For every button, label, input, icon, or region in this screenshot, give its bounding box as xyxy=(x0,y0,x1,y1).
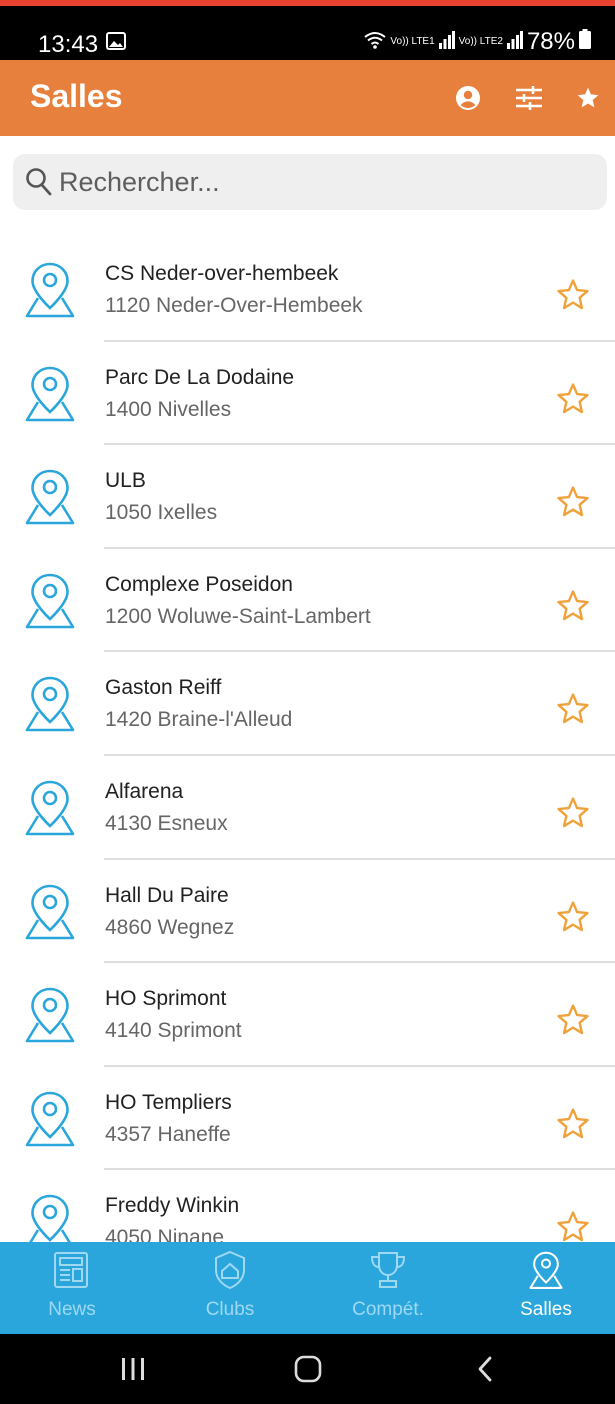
network-1-label: Vo)) LTE1 xyxy=(390,36,435,47)
nav-tab-label: Clubs xyxy=(205,1299,255,1320)
venue-list-item[interactable]: Complexe Poseidon 1200 Woluwe-Saint-Lambe… xyxy=(0,549,615,653)
map-pin-icon xyxy=(23,778,77,845)
network-2-label: Vo)) LTE2 xyxy=(458,36,503,47)
map-pin-icon xyxy=(23,260,77,327)
map-pin-icon xyxy=(23,985,77,1052)
favorite-star-icon[interactable] xyxy=(556,589,590,623)
favorite-star-icon[interactable] xyxy=(556,796,590,830)
venue-list-item[interactable]: Hall Du Paire 4860 Wegnez xyxy=(0,860,615,964)
venue-address: 1420 Braine-l'Alleud xyxy=(105,708,293,732)
venue-address: 4357 Haneffe xyxy=(105,1122,231,1146)
venue-list-item[interactable]: CS Neder-over-hembeek 1120 Neder-Over-Hem… xyxy=(0,238,615,342)
map-pin-icon xyxy=(23,467,77,534)
star-filled-icon[interactable] xyxy=(570,80,606,116)
status-accent-strip xyxy=(0,0,615,6)
venue-address: 1200 Woluwe-Saint-Lambert xyxy=(105,604,371,628)
system-navigation-bar xyxy=(0,1334,615,1404)
venue-list-item[interactable]: Alfarena 4130 Esneux xyxy=(0,756,615,860)
favorite-star-icon[interactable] xyxy=(556,382,590,416)
favorite-star-icon[interactable] xyxy=(556,485,590,519)
favorite-star-icon[interactable] xyxy=(556,900,590,934)
nav-tab-label: Salles xyxy=(520,1299,572,1320)
battery-icon xyxy=(579,28,591,56)
venue-list-item[interactable]: ULB 1050 Ixelles xyxy=(0,445,615,549)
venue-name: HO Templiers xyxy=(105,1090,232,1114)
search-icon xyxy=(25,167,53,202)
nav-tab-compt[interactable]: Compét. xyxy=(318,1242,458,1334)
search-bar[interactable] xyxy=(13,154,607,210)
nav-tab-salles[interactable]: Salles xyxy=(476,1242,615,1334)
map-pin-icon xyxy=(23,674,77,741)
signal-1-icon xyxy=(438,28,455,56)
favorite-star-icon[interactable] xyxy=(556,1003,590,1037)
app-bar: Salles xyxy=(0,60,615,136)
venue-list-item[interactable]: HO Templiers 4357 Haneffe xyxy=(0,1067,615,1171)
venue-name: Complexe Poseidon xyxy=(105,572,293,596)
venue-address: 4050 Ninane xyxy=(105,1226,225,1242)
venue-name: Hall Du Paire xyxy=(105,883,229,907)
venue-name: CS Neder-over-hembeek xyxy=(105,262,339,285)
trophy-icon xyxy=(369,1250,407,1295)
map-pin-icon xyxy=(526,1250,566,1297)
map-pin-icon xyxy=(23,882,77,949)
venue-address: 1400 Nivelles xyxy=(105,397,232,421)
venue-address: 1120 Neder-Over-Hembeek xyxy=(105,294,363,317)
venue-address: 4140 Sprimont xyxy=(105,1019,242,1043)
venue-list-item[interactable]: Parc De La Dodaine 1400 Nivelles xyxy=(0,342,615,446)
venue-list-item[interactable]: Gaston Reiff 1420 Braine-l'Alleud xyxy=(0,652,615,756)
nav-tab-label: News xyxy=(48,1299,96,1320)
venue-name: ULB xyxy=(105,469,146,493)
wifi-icon xyxy=(364,28,387,56)
venue-name: Parc De La Dodaine xyxy=(105,365,295,389)
recent-apps-icon[interactable] xyxy=(120,1354,146,1389)
venue-address: 4860 Wegnez xyxy=(105,915,235,939)
status-time: 13:43 xyxy=(38,31,99,58)
status-indicators: Vo)) LTE1 Vo)) LTE2 78% xyxy=(364,28,591,56)
venue-list-item[interactable]: Freddy Winkin 4050 Ninane xyxy=(0,1170,615,1242)
map-pin-icon xyxy=(23,364,77,431)
map-pin-icon xyxy=(23,1089,77,1156)
venue-name: Freddy Winkin xyxy=(105,1194,240,1218)
image-notification-icon xyxy=(106,32,126,55)
venue-name: Alfarena xyxy=(105,779,184,803)
signal-2-icon xyxy=(506,28,523,56)
shield-home-icon xyxy=(213,1250,247,1295)
tune-icon[interactable] xyxy=(511,80,547,116)
venue-list-screen: CS Neder-over-hembeek 1120 Neder-Over-Hem… xyxy=(0,136,615,1242)
status-bar: 13:43 Vo)) LTE1 Vo)) LTE2 78% xyxy=(0,0,615,60)
home-icon[interactable] xyxy=(293,1354,323,1389)
back-icon[interactable] xyxy=(474,1354,496,1389)
favorite-star-icon[interactable] xyxy=(556,692,590,726)
venue-address: 4130 Esneux xyxy=(105,811,228,835)
venue-name: HO Sprimont xyxy=(105,987,227,1011)
bottom-navigation: News Clubs Compét. Salles xyxy=(0,1242,615,1334)
search-input[interactable] xyxy=(59,162,589,202)
map-pin-icon xyxy=(23,1192,77,1242)
account-circle-icon[interactable] xyxy=(450,80,486,116)
favorite-star-icon[interactable] xyxy=(556,1210,590,1242)
newspaper-icon xyxy=(52,1250,92,1295)
nav-tab-label: Compét. xyxy=(352,1299,424,1320)
page-title: Salles xyxy=(30,78,123,114)
venue-list: CS Neder-over-hembeek 1120 Neder-Over-Hem… xyxy=(0,238,615,1242)
venue-address: 1050 Ixelles xyxy=(105,501,218,525)
favorite-star-icon[interactable] xyxy=(556,1107,590,1141)
venue-list-item[interactable]: HO Sprimont 4140 Sprimont xyxy=(0,963,615,1067)
nav-tab-news[interactable]: News xyxy=(2,1242,142,1334)
map-pin-icon xyxy=(23,571,77,638)
nav-tab-clubs[interactable]: Clubs xyxy=(160,1242,300,1334)
battery-percent: 78% xyxy=(526,28,575,55)
venue-name: Gaston Reiff xyxy=(105,676,222,700)
favorite-star-icon[interactable] xyxy=(556,278,590,312)
